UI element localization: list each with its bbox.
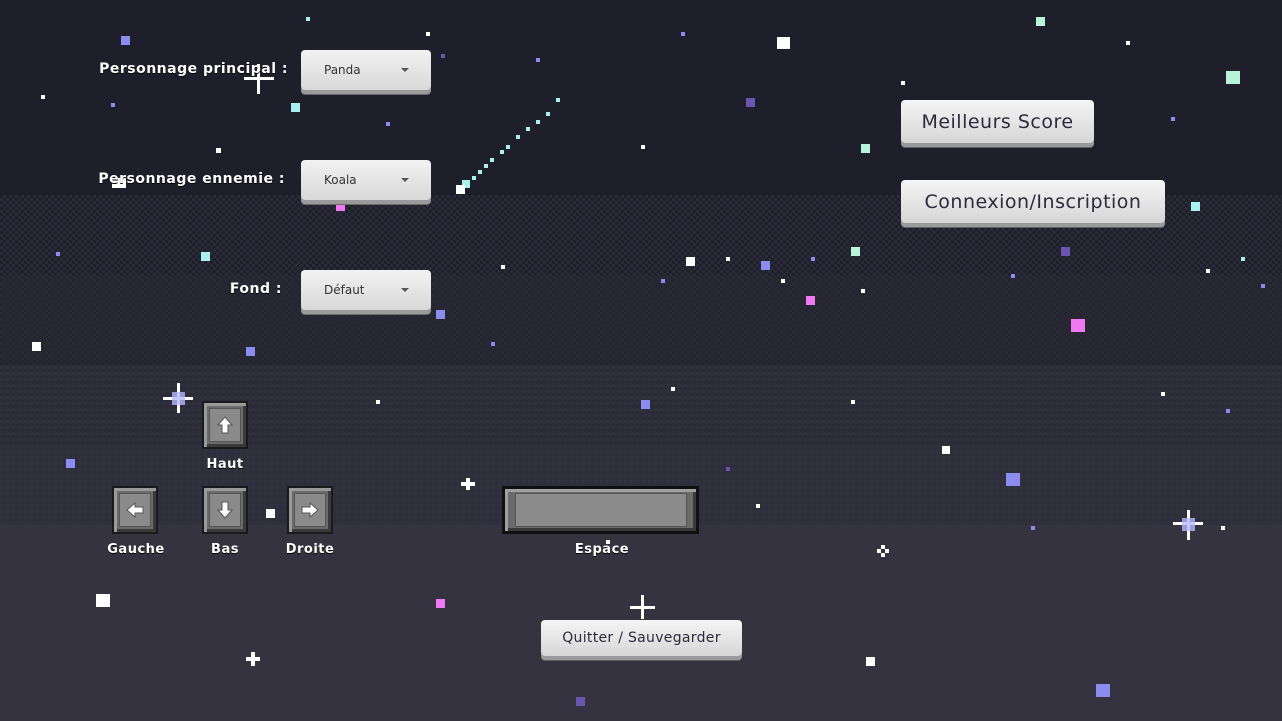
- left-key[interactable]: [112, 486, 158, 534]
- down-key[interactable]: [202, 486, 248, 534]
- background-select[interactable]: Défaut: [301, 270, 431, 310]
- down-key-label: Bas: [211, 542, 239, 557]
- space-key-label: Espace: [574, 542, 630, 557]
- enemy-character-select[interactable]: Koala: [301, 160, 431, 200]
- chevron-down-icon: [401, 68, 409, 72]
- right-key[interactable]: [287, 486, 333, 534]
- chevron-down-icon: [401, 178, 409, 182]
- best-scores-button[interactable]: Meilleurs Score: [901, 100, 1094, 143]
- up-key-label: Haut: [206, 457, 244, 472]
- main-character-value: Panda: [324, 63, 361, 77]
- space-key[interactable]: [502, 486, 699, 534]
- right-key-label: Droite: [285, 542, 335, 557]
- background-value: Défaut: [324, 283, 365, 297]
- login-button[interactable]: Connexion/Inscription: [901, 180, 1165, 223]
- enemy-character-value: Koala: [324, 173, 357, 187]
- main-character-select[interactable]: Panda: [301, 50, 431, 90]
- enemy-character-label: Personnage ennemie :: [98, 171, 285, 187]
- left-key-label: Gauche: [107, 542, 165, 557]
- arrow-left-icon: [126, 502, 144, 518]
- arrow-right-icon: [301, 502, 319, 518]
- quit-save-button[interactable]: Quitter / Sauvegarder: [541, 620, 742, 656]
- chevron-down-icon: [401, 288, 409, 292]
- up-key[interactable]: [202, 401, 248, 449]
- background-label: Fond :: [229, 281, 282, 297]
- main-character-label: Personnage principal :: [99, 61, 288, 77]
- space-key-cap: [514, 493, 687, 527]
- arrow-down-icon: [217, 501, 233, 519]
- arrow-up-icon: [217, 416, 233, 434]
